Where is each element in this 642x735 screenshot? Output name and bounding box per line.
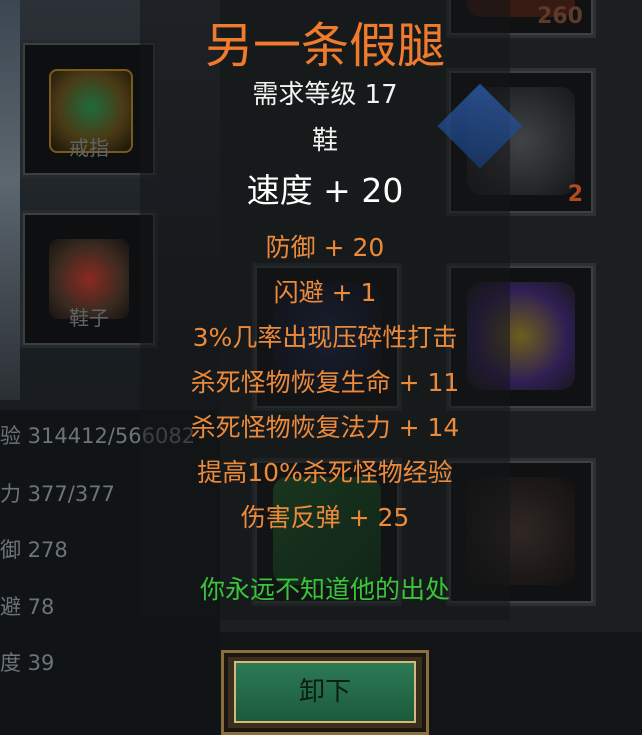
item-tooltip: 另一条假腿 需求等级 17 鞋 速度 + 20 防御 + 20 闪避 + 1 3…: [140, 0, 523, 620]
unequip-button-frame: 卸下: [221, 650, 429, 735]
item-flavor-text: 你永远不知道他的出处: [199, 575, 450, 604]
stat-mana: 力 377/377: [0, 482, 115, 506]
item-attribute: 伤害反弹 + 25: [240, 503, 410, 532]
item-attribute: 杀死怪物恢复生命 + 11: [190, 368, 460, 397]
stat-evasion: 避 78: [0, 595, 55, 619]
ring-slot-label: 戒指: [69, 136, 109, 160]
unequip-button[interactable]: 卸下: [234, 661, 416, 723]
slot-badge: 260: [537, 4, 583, 29]
stat-speed: 度 39: [0, 651, 55, 675]
boots-slot-label: 鞋子: [69, 306, 109, 330]
stat-defense: 御 278: [0, 538, 68, 562]
item-attribute: 3%几率出现压碎性打击: [192, 323, 458, 352]
item-name: 另一条假腿: [204, 18, 445, 74]
item-type: 鞋: [311, 126, 338, 156]
slot-badge: 2: [567, 182, 583, 207]
item-attribute: 杀死怪物恢复法力 + 14: [190, 413, 460, 442]
item-main-stat: 速度 + 20: [246, 171, 404, 210]
ring-slot[interactable]: 戒指: [20, 40, 158, 178]
item-attribute: 防御 + 20: [265, 233, 385, 262]
scene-background: [0, 0, 20, 400]
item-attribute: 提高10%杀死怪物经验: [197, 458, 453, 487]
item-level-requirement: 需求等级 17: [252, 80, 398, 110]
item-attribute: 闪避 + 1: [273, 278, 377, 307]
boots-slot[interactable]: 鞋子: [20, 210, 158, 348]
